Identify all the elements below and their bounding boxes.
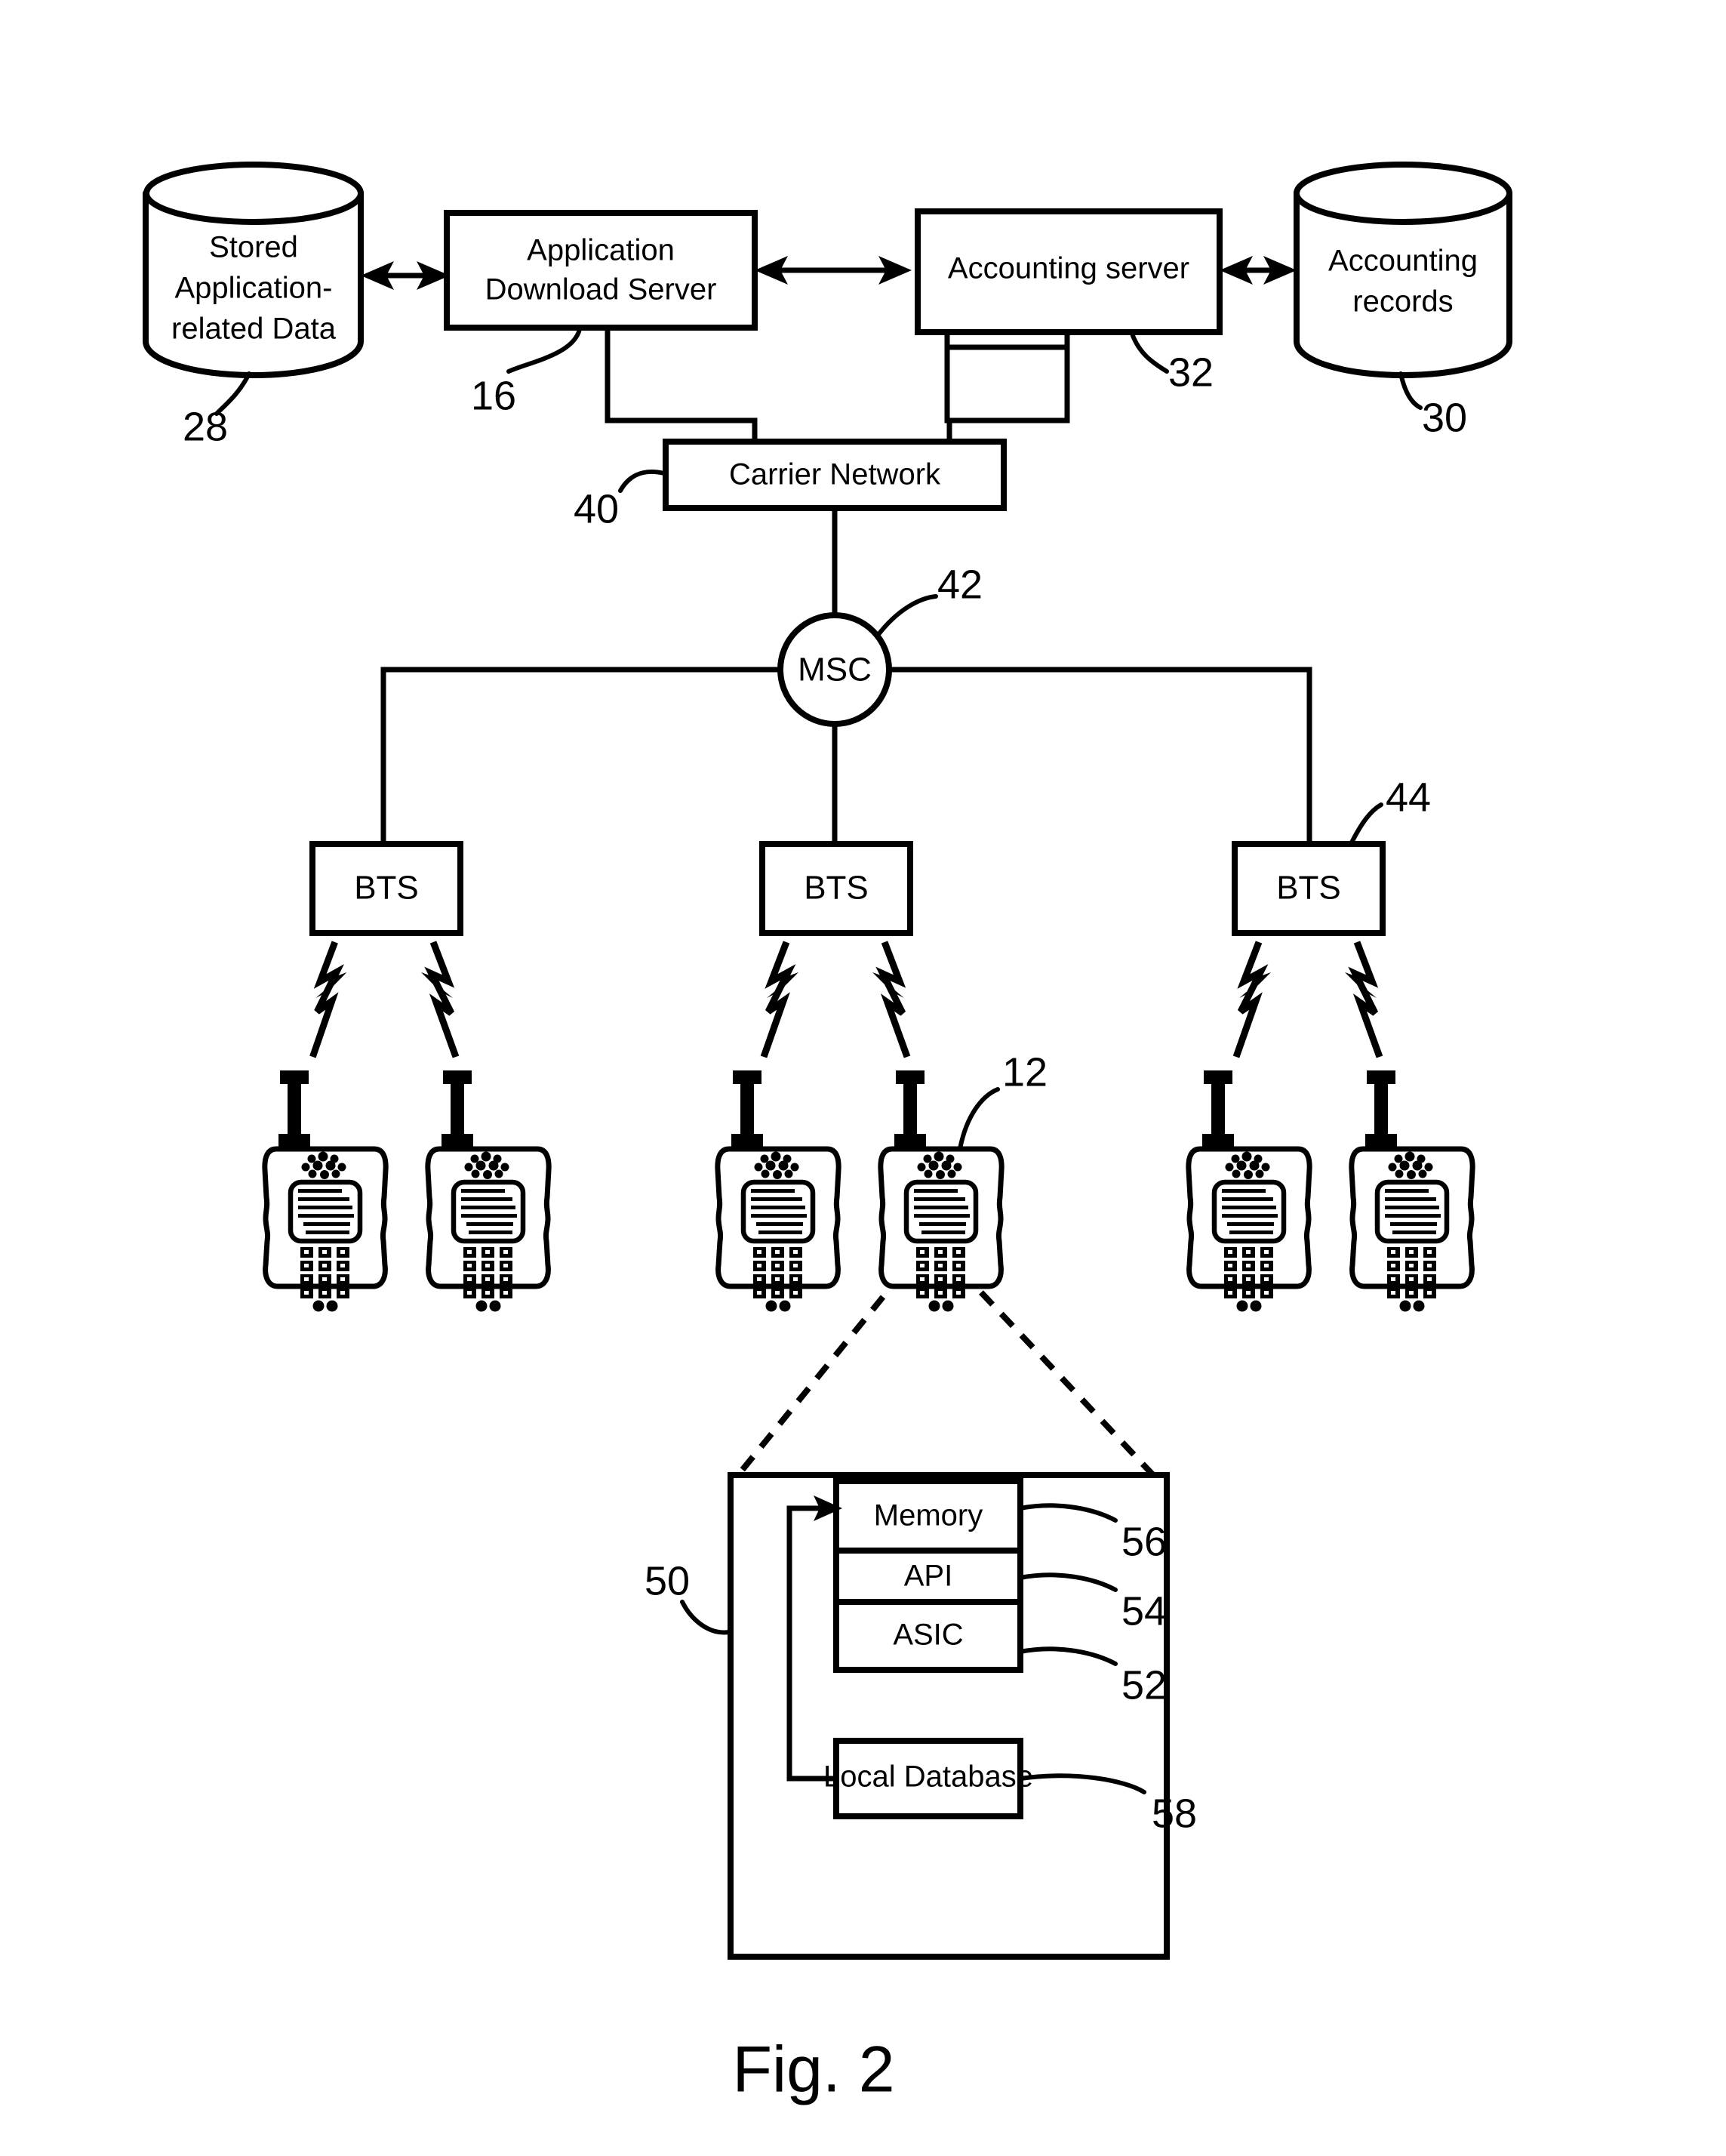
leader-16 xyxy=(506,327,582,374)
figure-canvas: Stored Application- related Data 28 Appl… xyxy=(143,162,1512,2106)
rf-link-bts-right-handset-6 xyxy=(1345,941,1383,1058)
ref-number-32: 32 xyxy=(1168,350,1214,395)
accounting-server-label: Accounting server xyxy=(948,252,1189,285)
ref-number-56: 56 xyxy=(1121,1519,1167,1564)
rf-link-bts-right-handset-5 xyxy=(1232,941,1271,1058)
node-accounting-records[interactable]: Accounting records xyxy=(1294,162,1512,378)
stored-application-data-label-2: Application- xyxy=(174,272,332,305)
leader-42 xyxy=(875,594,938,639)
node-memory[interactable]: Memory xyxy=(833,1478,1023,1554)
node-stored-application-data[interactable]: Stored Application- related Data xyxy=(143,162,364,378)
connector-download-server-to-accounting-server xyxy=(755,256,912,285)
ref-number-28: 28 xyxy=(183,404,228,449)
node-asic[interactable]: ASIC xyxy=(833,1599,1023,1673)
callout-line-right xyxy=(979,1290,1155,1477)
local-database-label: Local Database xyxy=(823,1760,1033,1794)
handset-3[interactable] xyxy=(718,1070,838,1312)
node-bts-right[interactable]: BTS xyxy=(1232,841,1386,936)
node-msc[interactable]: MSC xyxy=(777,612,892,727)
rf-link-bts-center-handset-4 xyxy=(872,941,911,1058)
rf-link-bts-left-handset-2 xyxy=(421,941,460,1058)
connector-msc-to-bts-left xyxy=(380,667,783,847)
handset-1[interactable] xyxy=(265,1070,386,1312)
ref-number-52: 52 xyxy=(1121,1662,1167,1708)
application-download-server-label-2: Download Server xyxy=(485,273,717,306)
connector-accounting-server-to-records xyxy=(1220,256,1297,285)
leader-12 xyxy=(958,1087,1000,1151)
carrier-network-label: Carrier Network xyxy=(729,458,941,491)
ref-number-44: 44 xyxy=(1386,775,1431,820)
node-accounting-server[interactable]: Accounting server xyxy=(915,208,1223,335)
patent-figure-page: Stored Application- related Data 28 Appl… xyxy=(0,0,1726,2156)
handset-6[interactable] xyxy=(1352,1070,1472,1312)
figure-caption: Fig. 2 xyxy=(732,2034,894,2106)
handset-5[interactable] xyxy=(1189,1070,1309,1312)
ref-number-30: 30 xyxy=(1422,395,1467,440)
connector-msc-to-bts-right xyxy=(886,667,1312,847)
handset-4[interactable] xyxy=(881,1070,1001,1312)
stored-application-data-label-1: Stored xyxy=(209,231,298,264)
memory-label: Memory xyxy=(874,1499,983,1532)
accounting-records-label-1: Accounting xyxy=(1328,245,1478,278)
rf-link-bts-center-handset-3 xyxy=(760,941,798,1058)
node-local-database[interactable]: Local Database xyxy=(823,1738,1033,1819)
node-api[interactable]: API xyxy=(833,1548,1023,1605)
callout-line-left xyxy=(735,1295,886,1477)
stored-application-data-label-3: related Data xyxy=(171,313,337,346)
leader-40 xyxy=(618,470,666,493)
bts-center-label: BTS xyxy=(804,870,869,907)
connector-download-server-to-carrier-network xyxy=(605,325,758,445)
ref-number-58: 58 xyxy=(1152,1791,1197,1836)
ref-number-12: 12 xyxy=(1002,1049,1048,1095)
leader-30 xyxy=(1398,371,1423,410)
leader-44 xyxy=(1349,802,1383,846)
accounting-records-label-2: records xyxy=(1352,285,1453,319)
node-carrier-network[interactable]: Carrier Network xyxy=(663,439,1007,511)
api-label: API xyxy=(904,1560,952,1593)
ref-number-16: 16 xyxy=(471,373,516,418)
node-bts-left[interactable]: BTS xyxy=(309,841,463,936)
ref-number-40: 40 xyxy=(574,486,619,531)
leader-50 xyxy=(680,1600,731,1635)
ref-number-42: 42 xyxy=(937,562,983,607)
leader-32 xyxy=(1130,331,1169,374)
application-download-server-label-1: Application xyxy=(527,234,675,267)
handset-2[interactable] xyxy=(428,1070,549,1312)
bts-right-label: BTS xyxy=(1276,870,1341,907)
ref-number-54: 54 xyxy=(1121,1588,1167,1634)
ref-number-50: 50 xyxy=(645,1558,690,1603)
connector-stored-data-to-download-server xyxy=(361,261,450,290)
rf-link-bts-left-handset-1 xyxy=(309,941,347,1058)
node-bts-center[interactable]: BTS xyxy=(759,841,913,936)
node-application-download-server[interactable]: Application Download Server xyxy=(444,210,758,331)
msc-label: MSC xyxy=(798,651,872,688)
bts-left-label: BTS xyxy=(354,870,419,907)
asic-label: ASIC xyxy=(893,1619,963,1652)
